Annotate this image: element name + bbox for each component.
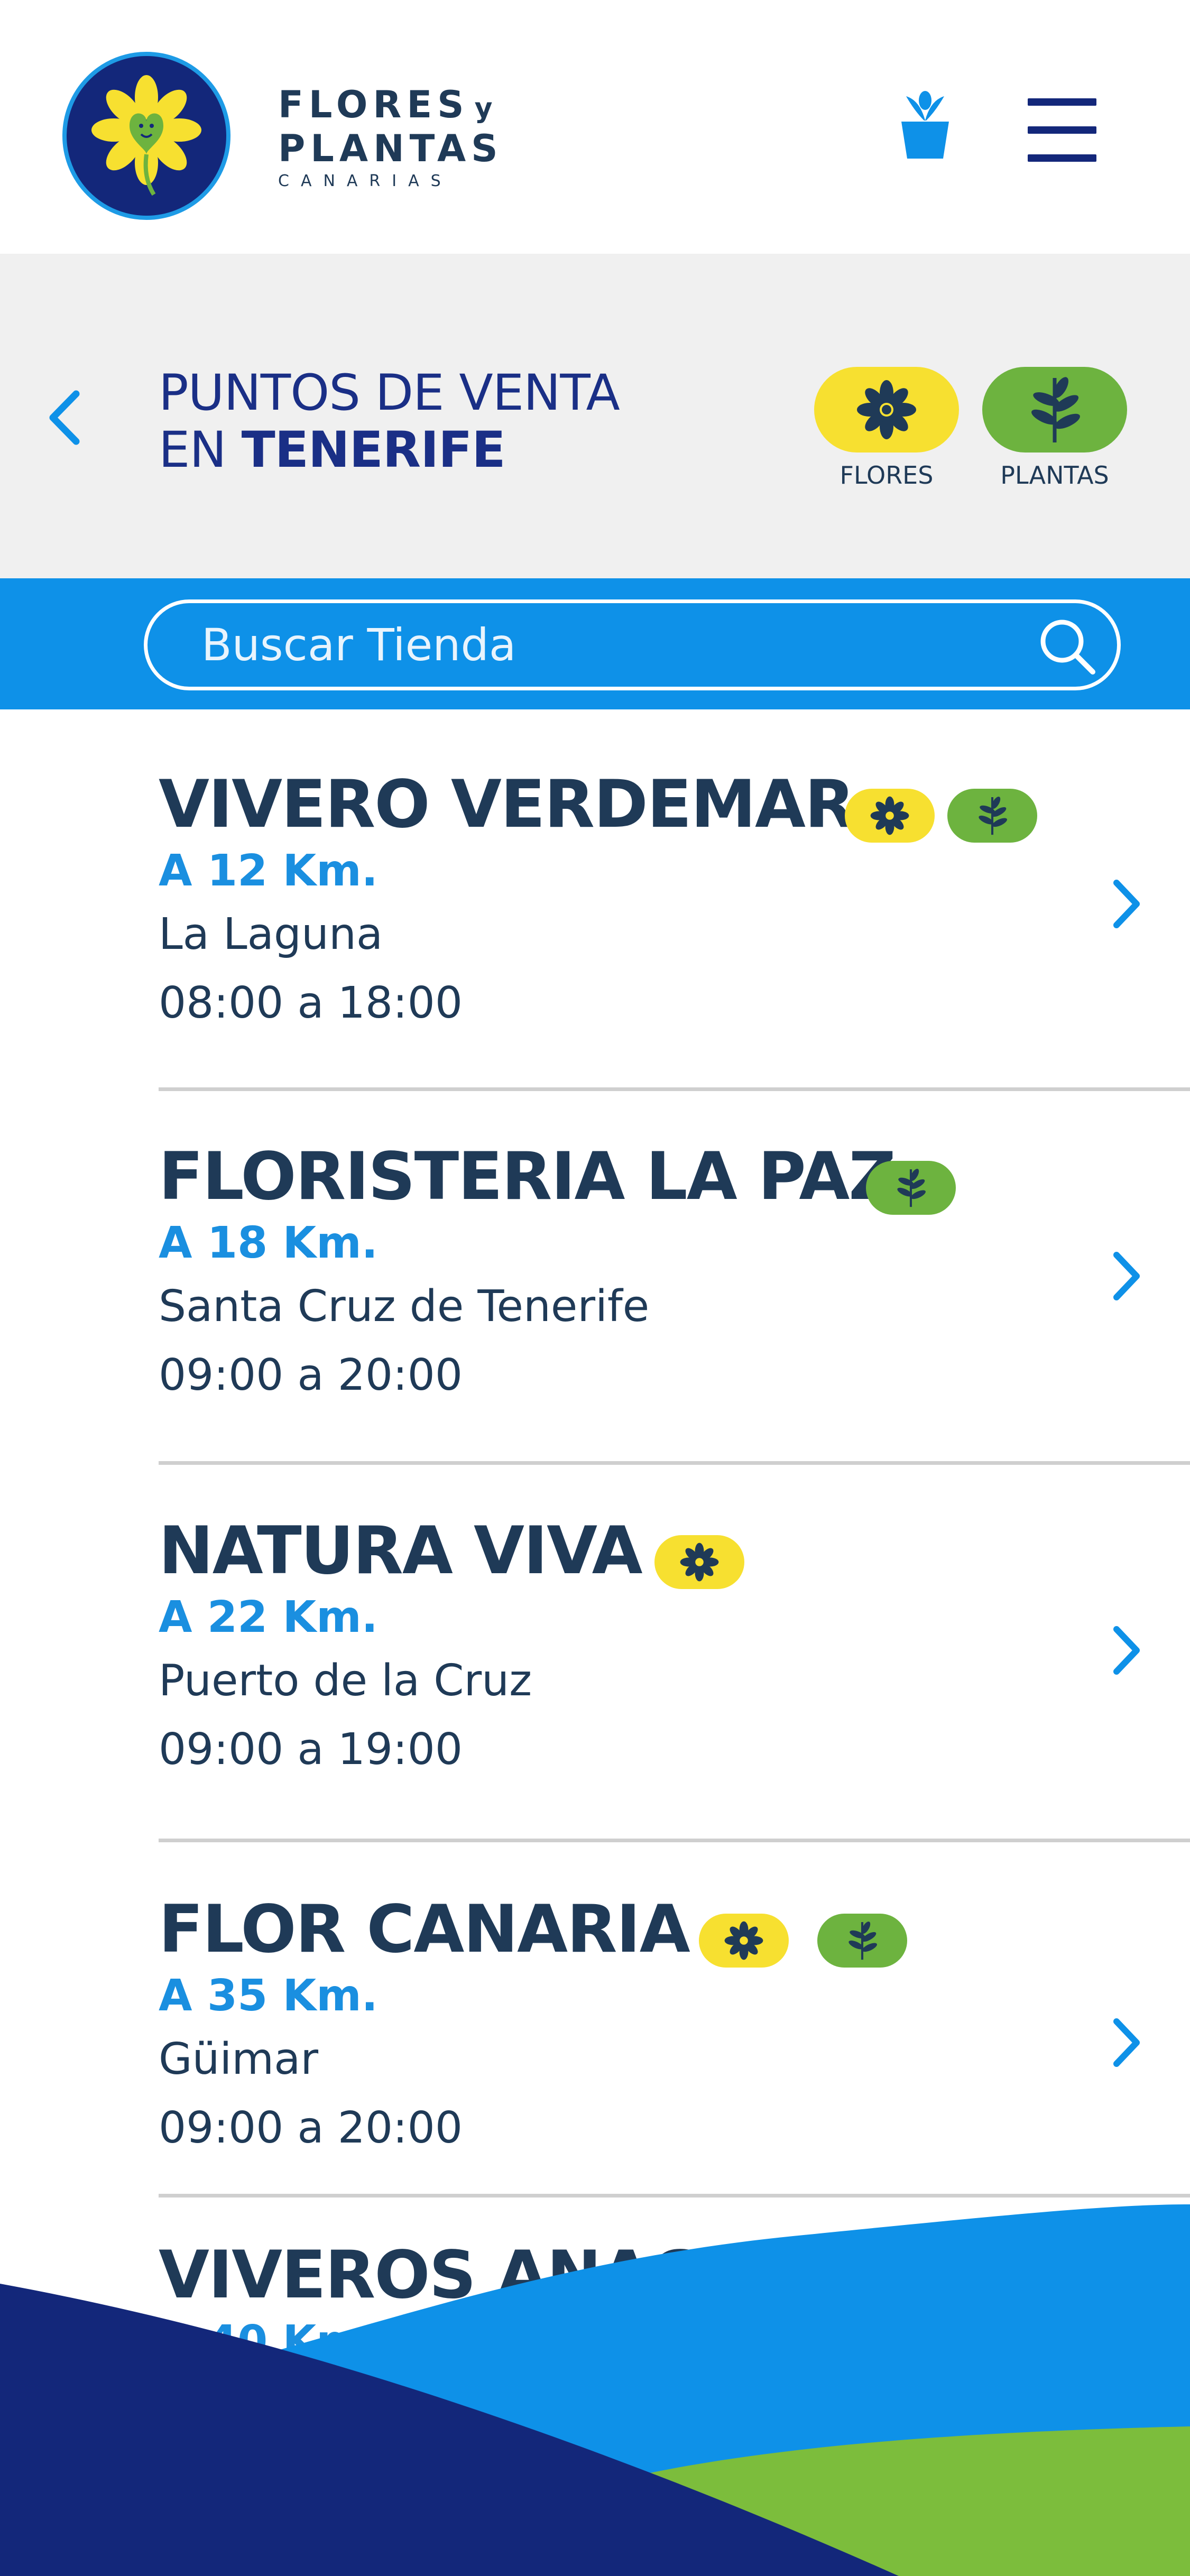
store-distance: A 12 Km. [159, 846, 378, 896]
store-hours: 09:00 a 20:00 [159, 1350, 463, 1400]
decorative-waves [0, 2204, 1190, 2576]
flower-icon [870, 796, 909, 835]
brand-line2: PLANTAS [278, 127, 503, 170]
flores-badge [654, 1535, 744, 1589]
filter-flores-label: FLORES [840, 461, 934, 490]
filter-plantas-button[interactable] [982, 367, 1127, 453]
list-divider [159, 2194, 1190, 2198]
brand-name: FLORES y PLANTAS CANARIAS [278, 85, 503, 190]
page-title-prefix: EN [159, 421, 242, 479]
flower-icon [857, 380, 916, 439]
store-distance: A 18 Km. [159, 1218, 378, 1268]
store-hours: 08:00 a 18:00 [159, 978, 463, 1028]
store-city: Puerto de la Cruz [159, 1656, 532, 1706]
store-city: Güimar [159, 2034, 319, 2084]
plantas-badge [947, 789, 1037, 843]
store-hours: 09:00 a 20:00 [159, 2103, 463, 2153]
filter-plantas-label: PLANTAS [1000, 461, 1109, 490]
flores-badge [699, 1914, 789, 1968]
list-divider [159, 1461, 1190, 1465]
list-divider [159, 1087, 1190, 1091]
chevron-right-icon[interactable] [1110, 1250, 1142, 1303]
search-input[interactable] [200, 603, 993, 687]
leaf-icon [1031, 377, 1080, 442]
store-city: Santa Cruz de Tenerife [159, 1281, 650, 1332]
brand-line3: CANARIAS [278, 172, 453, 190]
chevron-right-icon[interactable] [1110, 878, 1142, 930]
store-hours: 09:00 a 19:00 [159, 1724, 463, 1775]
list-divider [159, 1839, 1190, 1842]
filter-flores-button[interactable] [814, 367, 959, 453]
search-field[interactable] [144, 599, 1121, 690]
chevron-right-icon[interactable] [1110, 1624, 1142, 1677]
store-distance: A 22 Km. [159, 1592, 378, 1642]
flower-icon [680, 1543, 719, 1582]
chevron-left-icon[interactable] [45, 389, 82, 447]
flower-icon [724, 1921, 763, 1960]
search-icon[interactable] [1036, 615, 1099, 678]
flores-badge [845, 789, 935, 843]
flower-logo-icon [91, 75, 201, 196]
page-title-island: TENERIFE [241, 421, 506, 479]
leaf-icon [897, 1169, 926, 1207]
page-title: PUNTOS DE VENTA EN TENERIFE [159, 365, 620, 479]
page-title-line1: PUNTOS DE VENTA [159, 364, 620, 422]
leaf-icon [979, 797, 1007, 835]
store-city: La Laguna [159, 909, 383, 959]
brand-line1-small: y [474, 93, 495, 124]
store-name: VIVERO VERDEMAR [159, 767, 855, 843]
store-name: FLOR CANARIA [159, 1891, 690, 1968]
brand-logo[interactable] [62, 52, 230, 220]
flower-pot-icon[interactable] [899, 90, 952, 164]
app-header: FLORES y PLANTAS CANARIAS [0, 0, 1190, 254]
plantas-badge [817, 1914, 907, 1968]
chevron-right-icon[interactable] [1110, 2016, 1142, 2069]
store-name: NATURA VIVA [159, 1513, 643, 1589]
plantas-badge [866, 1161, 956, 1215]
hamburger-menu-icon[interactable] [1028, 98, 1096, 162]
leaf-icon [848, 1922, 877, 1960]
store-name: FLORISTERIA LA PAZ [159, 1139, 896, 1215]
brand-line1: FLORES [278, 83, 469, 126]
store-distance: A 35 Km. [159, 1971, 378, 2021]
